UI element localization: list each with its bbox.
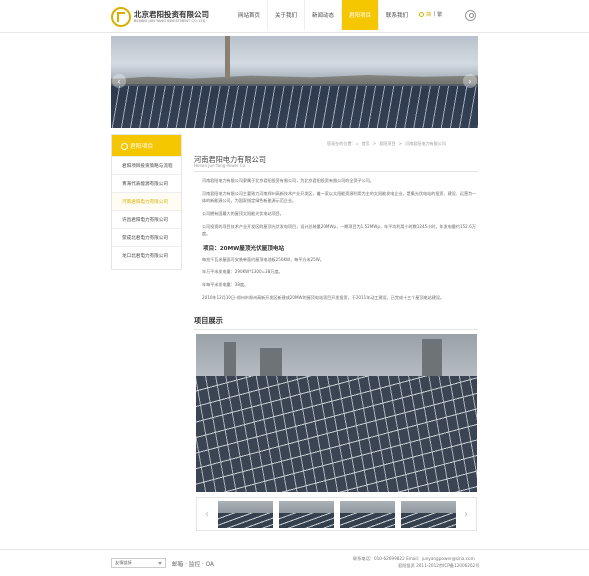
thumbnail[interactable] [340, 501, 395, 528]
breadcrumb-prefix: 您现在的位置: [327, 141, 353, 146]
article-paragraph: 公司拥有国最大的屋顶太阳能光伏电站项目。 [202, 211, 284, 216]
nav-home[interactable]: 网站首页 [231, 0, 267, 30]
logo-icon[interactable] [111, 7, 131, 27]
sidebar-item-henan[interactable]: 河南君阳电力有限公司 [112, 192, 181, 210]
nav-about[interactable]: 关于我们 [268, 0, 304, 30]
thumbnail-strip: ‹ › [196, 497, 477, 531]
header: 北京君阳投资有限公司 BEIJING JUN YANG INVESTMENT C… [0, 0, 589, 33]
nav-projects[interactable]: 君阳项目 [342, 0, 378, 30]
article-paragraph: 河南君阳电力有限公司主要致力河南郑州高新技术产业开发区，着一家以太阳能资源利用为… [202, 191, 477, 203]
nav-news[interactable]: 新闻动态 [305, 0, 341, 30]
sidebar-item-rongcheng[interactable]: 荥成北君电力有限公司 [112, 228, 181, 246]
banner-next-button[interactable]: › [463, 74, 477, 88]
photo-solar-grid [196, 376, 477, 492]
project-gallery-title: 项目展示 [194, 316, 223, 325]
lang-simplified[interactable]: 简 [426, 10, 431, 18]
article-section-title: 项目：20MW屋顶光伏屋顶电站 [203, 246, 285, 252]
breadcrumb-home[interactable]: 首页 [362, 141, 370, 147]
sidebar-title: 君阳项目 [112, 135, 181, 156]
company-name-en: BEIJING JUN YANG INVESTMENT CO.,LTD [134, 19, 206, 23]
breadcrumb-sep: > [398, 141, 402, 146]
banner-solar-panels [111, 86, 478, 128]
nav-contact[interactable]: 联系我们 [379, 0, 415, 30]
search-icon[interactable] [465, 10, 476, 21]
friend-links-select[interactable]: 友情链接 [111, 558, 166, 568]
photo-building [224, 342, 236, 380]
globe-icon [419, 11, 424, 17]
thumbnail-prev-button[interactable]: ‹ [197, 498, 217, 530]
thumbnail-next-button[interactable]: › [456, 498, 476, 530]
project-main-photo [196, 334, 477, 492]
article-divider [194, 171, 478, 172]
sidebar-item-strategy[interactable]: 君阳项目投资策略与流程 [112, 156, 181, 174]
banner-prev-button[interactable]: ‹ [112, 74, 126, 88]
article-subtitle: Henan Jun Yang Power Co. [194, 163, 247, 168]
article-paragraph: 年每平米发电量：38度。 [202, 282, 249, 287]
sidebar-item-qinghai[interactable]: 青海代表能源有限公司 [112, 174, 181, 192]
banner-hills [111, 75, 478, 84]
article-paragraph: 2010年12月10日-郑州市郑州高新开发区新建成20MW的屋顶电站项目开发投资… [202, 295, 445, 300]
sidebar: 君阳项目 君阳项目投资策略与流程 青海代表能源有限公司 河南君阳电力有限公司 许… [111, 134, 182, 270]
main-nav: 网站首页 关于我们 新闻动态 君阳项目 联系我们 [231, 0, 415, 30]
lang-traditional[interactable]: 繁 [437, 10, 442, 18]
article-paragraph: 河南君阳电力有限公司隶属于北京君阳投资有限公司，为北京君阳投资有限公司的全资子公… [202, 178, 374, 183]
photo-building [422, 339, 442, 381]
lang-separator: | [433, 11, 436, 17]
article-paragraph: 年万平米发电量：290KW*1300=38万度。 [202, 269, 283, 274]
thumbnail[interactable] [218, 501, 273, 528]
home-icon: ⌂ [355, 141, 359, 146]
article-paragraph: 公司投资的项目技术产业开发区的屋顶光伏发电项目，设计总装量20MWp，一期项目为… [202, 224, 476, 236]
header-divider [0, 32, 589, 33]
breadcrumb: 您现在的位置: ⌂ 首页 > 君阳项目 > 河南君阳电力有限公司 [327, 141, 446, 147]
sidebar-item-xuchang[interactable]: 许昌君阳电力有限公司 [112, 210, 181, 228]
breadcrumb-level1[interactable]: 君阳项目 [379, 141, 395, 147]
sidebar-item-longkou[interactable]: 龙口北君电力有限公司 [112, 246, 181, 264]
footer-contact: 联系电话：010-62699822 Email：junyangpower@sin… [353, 556, 475, 561]
thumbnail[interactable] [279, 501, 334, 528]
footer-links[interactable]: 邮箱 · 监控 · OA [172, 559, 214, 568]
article-paragraph: 每兆千瓦米屋面可安装单面约屋顶电池板250KW，每平方米25W。 [202, 257, 324, 262]
thumbnail[interactable] [401, 501, 456, 528]
breadcrumb-sep: > [372, 141, 377, 146]
banner-chimney [225, 36, 230, 78]
banner-image [111, 36, 478, 128]
language-switch: 简 | 繁 [419, 10, 442, 18]
breadcrumb-current: 河南君阳电力有限公司 [405, 141, 446, 146]
project-divider [194, 329, 478, 330]
footer-divider [0, 549, 589, 550]
footer-copyright: 君阳投资 2011-2012京ICP备12006262号 [398, 563, 480, 568]
